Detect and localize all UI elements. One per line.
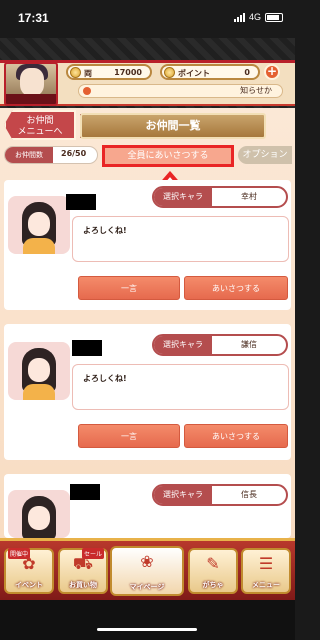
friend-card: 選択キャラ 幸村 よろしくね! 一言 あいさつする: [4, 180, 291, 310]
back-label-line1: お仲間: [26, 116, 54, 126]
hitokoto-button[interactable]: 一言: [78, 424, 180, 448]
points-label: ポイント: [178, 69, 210, 78]
friend-count-label: お仲間数: [5, 147, 53, 163]
back-to-menu-button[interactable]: お仲間 メニューへ: [4, 110, 76, 140]
nav-shop-label: お買い物: [69, 581, 97, 589]
nav-menu-label: メニュー: [252, 581, 280, 589]
status-indicators: 4G: [233, 12, 283, 22]
redacted-name: [66, 194, 96, 210]
friend-card: 選択キャラ 謙信 よろしくね! 一言 あいさつする: [4, 324, 291, 460]
selected-character-label: 選択キャラ: [154, 486, 212, 504]
notice-bar[interactable]: 知らせか: [78, 84, 283, 98]
network-label: 4G: [248, 12, 261, 22]
nav-event[interactable]: 開催中 ✿ イベント: [4, 548, 54, 594]
selected-character[interactable]: 選択キャラ 信長: [152, 484, 288, 506]
home-indicator-bar: [0, 600, 295, 640]
cart-icon: ⛟: [72, 554, 94, 573]
status-bar: 17:31 4G: [0, 0, 295, 38]
event-icon: ✿: [22, 554, 36, 573]
nav-gacha[interactable]: ✎ がちゃ: [188, 548, 238, 594]
option-button[interactable]: オプション: [238, 146, 292, 164]
selected-character-value: 幸村: [241, 192, 257, 201]
gacha-icon: ✎: [206, 554, 220, 573]
friend-message: よろしくね!: [72, 216, 289, 262]
friend-message: よろしくね!: [72, 364, 289, 410]
home-indicator[interactable]: [97, 628, 197, 631]
selected-character[interactable]: 選択キャラ 幸村: [152, 186, 288, 208]
signal-icon: [233, 12, 245, 22]
battery-icon: [265, 12, 283, 22]
currency-label: 両: [84, 69, 92, 78]
selected-character[interactable]: 選択キャラ 謙信: [152, 334, 288, 356]
greet-button[interactable]: あいさつする: [184, 276, 288, 300]
player-avatar[interactable]: [4, 62, 58, 106]
menu-icon: ☰: [258, 554, 274, 573]
friend-card: 選択キャラ 信長: [4, 474, 291, 538]
friend-count-value: 26/50: [61, 149, 87, 158]
nav-shop[interactable]: セール ⛟ お買い物: [58, 548, 108, 594]
selected-character-value: 謙信: [241, 340, 257, 349]
friend-message-text: よろしくね!: [83, 226, 127, 235]
points-value: 0: [244, 68, 250, 77]
selected-character-label: 選択キャラ: [154, 336, 212, 354]
currency-counter: 両 17000: [66, 64, 152, 80]
friend-message-text: よろしくね!: [83, 374, 127, 383]
nav-mypage-label: マイページ: [129, 583, 165, 591]
coin-icon: [70, 67, 81, 78]
back-label-line2: メニューへ: [17, 127, 63, 137]
selected-character-label: 選択キャラ: [154, 188, 212, 206]
friend-count: お仲間数 26/50: [4, 146, 98, 164]
nav-menu[interactable]: ☰ メニュー: [241, 548, 291, 594]
points-counter: ポイント 0: [160, 64, 260, 80]
friend-avatar[interactable]: [8, 490, 70, 538]
greet-button[interactable]: あいさつする: [184, 424, 288, 448]
redacted-name: [72, 340, 102, 356]
redacted-name: [70, 484, 100, 500]
notice-icon: [83, 87, 91, 95]
point-icon: [164, 67, 175, 78]
home-icon: ❀: [140, 552, 154, 571]
hitokoto-button[interactable]: 一言: [78, 276, 180, 300]
nav-mypage[interactable]: ❀ マイページ: [110, 546, 184, 596]
currency-value: 17000: [114, 68, 142, 77]
add-points-button[interactable]: +: [264, 64, 280, 80]
status-time: 17:31: [18, 11, 49, 25]
greet-all-button[interactable]: 全員にあいさつする: [102, 145, 234, 167]
notice-text: 知らせか: [240, 86, 272, 95]
page-title: お仲間一覧: [80, 113, 266, 139]
nav-event-label: イベント: [15, 581, 43, 589]
friend-avatar[interactable]: [8, 342, 70, 400]
nav-gacha-label: がちゃ: [202, 581, 224, 589]
friend-avatar[interactable]: [8, 196, 70, 254]
selected-character-value: 信長: [241, 490, 257, 499]
player-avatar-label: [6, 94, 56, 104]
